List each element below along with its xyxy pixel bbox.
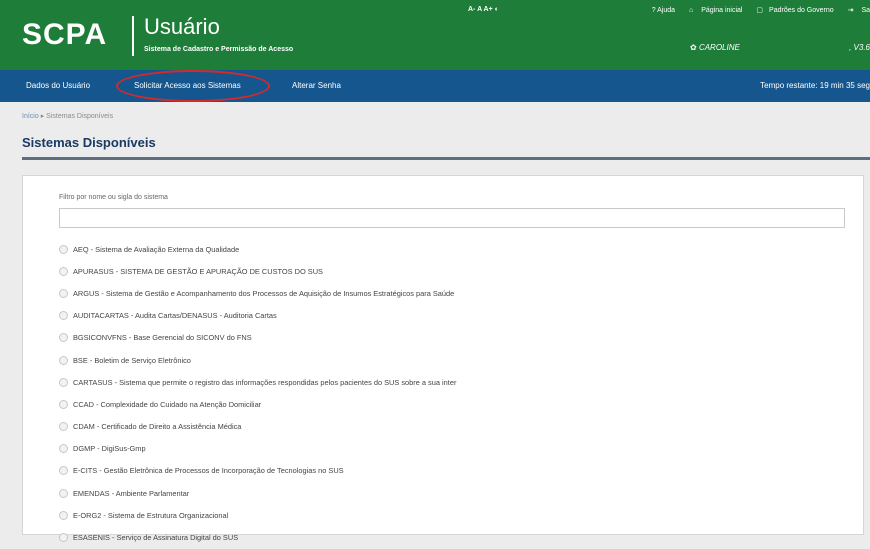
radio-button[interactable] <box>59 266 68 276</box>
breadcrumb: Início ▸ Sistemas Disponíveis <box>22 112 113 120</box>
radio-button[interactable] <box>59 311 68 321</box>
systems-panel: Filtro por nome ou sigla do sistema AEQ … <box>22 175 864 543</box>
system-option[interactable]: BGSICONVFNS - Base Gerencial do SICONV d… <box>59 327 849 349</box>
breadcrumb-current: Sistemas Disponíveis <box>46 113 114 120</box>
system-label: BGSICONVFNS - Base Gerencial do SICONV d… <box>73 333 252 343</box>
radio-button[interactable] <box>59 488 68 498</box>
app-subtitle: Sistema de Cadastro e Permissão de Acess… <box>144 46 294 53</box>
system-option[interactable]: EMENDAS - Ambiente Parlamentar <box>59 482 849 504</box>
home-link[interactable]: ⌂ Página inicial <box>683 7 742 14</box>
radio-button[interactable] <box>59 466 68 476</box>
system-label: CCAD - Complexidade do Cuidado na Atençã… <box>73 399 262 409</box>
system-label: AUDITACARTAS - Audita Cartas/DENASUS - A… <box>73 311 277 321</box>
breadcrumb-home[interactable]: Início <box>22 113 39 120</box>
system-option[interactable]: ARGUS - Sistema de Gestão e Acompanhamen… <box>59 282 849 304</box>
system-label: EMENDAS - Ambiente Parlamentar <box>73 488 190 498</box>
system-option[interactable]: AEQ - Sistema de Avaliação Externa da Qu… <box>59 238 849 260</box>
system-label: APURASUS - SISTEMA DE GESTÃO E APURAÇÃO … <box>73 266 323 276</box>
logout-link[interactable]: ⇥ Sa <box>842 7 870 14</box>
document-icon: ▢ <box>756 7 764 14</box>
radio-button[interactable] <box>59 399 68 409</box>
system-option[interactable]: CARTASUS - Sistema que permite o registr… <box>59 371 849 393</box>
radio-button[interactable] <box>59 510 68 520</box>
system-label: CDAM - Certificado de Direito a Assistên… <box>73 422 242 432</box>
system-label: ESASENIS - Serviço de Assinatura Digital… <box>73 533 239 543</box>
system-label: AEQ - Sistema de Avaliação Externa da Qu… <box>73 244 240 254</box>
radio-button[interactable] <box>59 244 68 254</box>
radio-button[interactable] <box>59 533 68 543</box>
system-option[interactable]: DGMP - DigiSus-Gmp <box>59 438 849 460</box>
nav-user-data[interactable]: Dados do Usuário <box>26 81 90 90</box>
system-option[interactable]: E-ORG2 - Sistema de Estrutura Organizaci… <box>59 504 849 526</box>
systems-list: AEQ - Sistema de Avaliação Externa da Qu… <box>59 238 849 549</box>
radio-button[interactable] <box>59 333 68 343</box>
app-header: SCPA Usuário Sistema de Cadastro e Permi… <box>0 0 870 70</box>
nav-change-password[interactable]: Alterar Senha <box>292 81 341 90</box>
top-links: ? Ajuda ⌂ Página inicial ▢ Padrões do Gov… <box>646 6 870 14</box>
logout-icon: ⇥ <box>847 7 854 14</box>
gear-icon[interactable]: ✿ <box>690 43 697 52</box>
radio-button[interactable] <box>59 444 68 454</box>
logo-divider <box>132 16 134 56</box>
help-link[interactable]: ? Ajuda <box>652 7 675 14</box>
radio-button[interactable] <box>59 377 68 387</box>
radio-button[interactable] <box>59 422 68 432</box>
home-icon: ⌂ <box>689 7 694 14</box>
system-option[interactable]: AUDITACARTAS - Audita Cartas/DENASUS - A… <box>59 305 849 327</box>
gov-standards-link[interactable]: ▢ Padrões do Governo <box>750 7 833 14</box>
system-option[interactable]: E-CITS - Gestão Eletrônica de Processos … <box>59 460 849 482</box>
system-option[interactable]: APURASUS - SISTEMA DE GESTÃO E APURAÇÃO … <box>59 260 849 282</box>
font-size-controls[interactable]: A- A A+ ◐ <box>468 6 499 13</box>
filter-label: Filtro por nome ou sigla do sistema <box>59 194 168 201</box>
system-label: CARTASUS - Sistema que permite o registr… <box>73 377 457 387</box>
scpa-logo[interactable]: SCPA <box>22 18 107 52</box>
filter-input[interactable] <box>59 208 845 228</box>
title-divider <box>22 157 870 160</box>
system-label: E-CITS - Gestão Eletrônica de Processos … <box>73 466 344 476</box>
system-option[interactable]: CDAM - Certificado de Direito a Assistên… <box>59 416 849 438</box>
radio-button[interactable] <box>59 355 68 365</box>
user-info: ✿ CAROLINE <box>690 43 740 52</box>
radio-button[interactable] <box>59 288 68 298</box>
system-option[interactable]: CCAD - Complexidade do Cuidado na Atençã… <box>59 393 849 415</box>
system-label: ARGUS - Sistema de Gestão e Acompanhamen… <box>73 288 455 298</box>
app-title: Usuário <box>144 14 220 39</box>
session-timer: Tempo restante: 19 min 35 seg <box>760 81 870 90</box>
system-label: E-ORG2 - Sistema de Estrutura Organizaci… <box>73 510 229 520</box>
user-name: CAROLINE <box>698 43 740 52</box>
highlight-annotation <box>116 70 270 102</box>
system-option[interactable]: BSE - Boletim de Serviço Eletrônico <box>59 349 849 371</box>
system-label: DGMP - DigiSus-Gmp <box>73 444 146 454</box>
page-title: Sistemas Disponíveis <box>22 135 156 150</box>
system-label: BSE - Boletim de Serviço Eletrônico <box>73 355 191 365</box>
version-label: , V3.6 <box>849 43 870 52</box>
